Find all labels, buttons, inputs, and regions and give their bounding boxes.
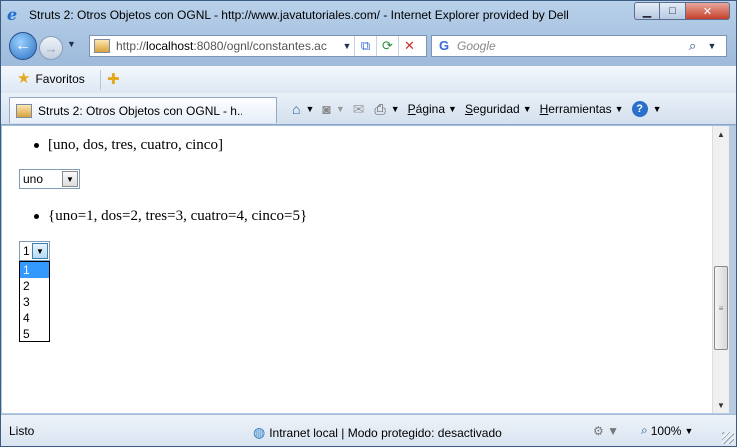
read-mail-button[interactable]: ✉ <box>350 99 370 119</box>
back-button[interactable]: ← <box>9 32 37 60</box>
ie-logo-icon: e <box>7 5 18 24</box>
home-button[interactable]: ⌂ ▼ <box>289 99 317 119</box>
forward-button[interactable]: → <box>39 36 63 60</box>
search-box[interactable]: G Google ⌕ ▼ <box>431 35 727 57</box>
mail-icon: ✉ <box>352 100 365 117</box>
vertical-scrollbar[interactable]: ▲ ≡ ▼ <box>712 126 729 413</box>
status-text: Listo <box>9 424 35 438</box>
page-favicon-icon <box>94 39 110 53</box>
title-bar: e Struts 2: Otros Objetos con OGNL - htt… <box>1 1 736 29</box>
window-controls: ▁ □ ✕ <box>634 2 730 20</box>
stop-icon[interactable]: ✕ <box>398 36 420 56</box>
select-option[interactable]: 4 <box>20 310 49 326</box>
zoom-control[interactable]: ⌕ 100% ▼ <box>641 423 693 438</box>
add-favorite-icon[interactable]: ✚ <box>107 70 120 88</box>
divider <box>100 70 101 90</box>
maximize-button[interactable]: □ <box>660 2 686 20</box>
zoom-magnifier-icon: ⌕ <box>641 423 648 437</box>
zoom-dropdown-icon[interactable]: ▼ <box>684 426 693 436</box>
star-icon: ★ <box>17 70 31 87</box>
address-input[interactable]: http://localhost:8080/ognl/constantes.ac <box>116 39 340 53</box>
scrollbar-thumb[interactable]: ≡ <box>714 266 728 350</box>
bullet <box>34 143 39 148</box>
home-icon: ⌂ <box>292 101 301 117</box>
favorites-label: Favoritos <box>35 72 85 86</box>
select-list-values[interactable]: uno ▼ <box>19 169 80 189</box>
list-text: [uno, dos, tres, cuatro, cinco] <box>48 137 223 153</box>
zone-text: Intranet local | Modo protegido: desacti… <box>269 425 502 440</box>
status-bar: Listo ◍ Intranet local | Modo protegido:… <box>1 414 736 446</box>
select-value: uno <box>23 172 44 186</box>
select-map-values[interactable]: 1 ▼ <box>19 241 50 261</box>
address-bar[interactable]: http://localhost:8080/ognl/constantes.ac… <box>89 35 427 57</box>
intranet-globe-icon: ◍ <box>253 424 266 440</box>
select-value: 1 <box>23 244 30 258</box>
search-options-dropdown-icon[interactable]: ▼ <box>705 41 719 51</box>
zoom-level: 100% <box>650 423 682 438</box>
favorites-button[interactable]: ★ Favoritos <box>17 70 85 87</box>
address-dropdown-icon[interactable]: ▼ <box>340 41 354 51</box>
bullet <box>34 214 39 219</box>
favorites-bar: ★ Favoritos ✚ <box>1 65 736 93</box>
minimize-button[interactable]: ▁ <box>634 2 660 20</box>
page-favicon-icon <box>16 103 32 118</box>
refresh-icon[interactable]: ⟳ <box>376 36 398 56</box>
select-dropdown-list: 1 2 3 4 5 <box>19 261 50 342</box>
page-content: [uno, dos, tres, cuatro, cinco] uno ▼ {u… <box>2 126 712 413</box>
scroll-up-icon[interactable]: ▲ <box>713 126 729 142</box>
tools-menu[interactable]: Herramientas ▼ <box>537 99 627 119</box>
security-zone[interactable]: ◍ Intranet local | Modo protegido: desac… <box>253 424 502 441</box>
tab-bar: Struts 2: Otros Objetos con OGNL - h... … <box>1 93 736 125</box>
list-text: {uno=1, dos=2, tres=3, cuatro=4, cinco=5… <box>48 208 308 224</box>
protected-mode-icon[interactable]: ⚙ ▼ <box>593 424 619 438</box>
select-option[interactable]: 1 <box>20 262 49 278</box>
safety-menu[interactable]: Seguridad ▼ <box>462 99 535 119</box>
google-logo-icon: G <box>438 38 450 53</box>
list-item: {uno=1, dos=2, tres=3, cuatro=4, cinco=5… <box>34 208 308 225</box>
search-icon[interactable]: ⌕ <box>689 38 705 54</box>
help-button[interactable]: ? ▼ <box>629 99 665 119</box>
chevron-down-icon[interactable]: ▼ <box>32 243 48 259</box>
select-option[interactable]: 3 <box>20 294 49 310</box>
window-title: Struts 2: Otros Objetos con OGNL - http:… <box>29 8 569 22</box>
command-bar: ⌂ ▼ ◙ ▼ ✉ ⎙ ▼ Página ▼ Seguridad ▼ Herramient… <box>289 99 664 119</box>
chevron-down-icon[interactable]: ▼ <box>62 171 78 187</box>
print-button[interactable]: ⎙ ▼ <box>372 99 403 119</box>
compatibility-view-icon[interactable]: ⧉ <box>354 36 376 56</box>
select-option[interactable]: 2 <box>20 278 49 294</box>
tab-current[interactable]: Struts 2: Otros Objetos con OGNL - h... <box>9 97 277 123</box>
select-option[interactable]: 5 <box>20 326 49 342</box>
printer-icon: ⎙ <box>374 100 386 117</box>
page-menu[interactable]: Página ▼ <box>405 99 460 119</box>
navigation-bar: ← → ▼ http://localhost:8080/ognl/constan… <box>1 31 736 61</box>
feeds-button[interactable]: ◙ ▼ <box>319 99 347 119</box>
rss-icon: ◙ <box>322 101 331 117</box>
browser-window: e Struts 2: Otros Objetos con OGNL - htt… <box>0 0 737 447</box>
help-icon: ? <box>631 101 648 117</box>
close-button[interactable]: ✕ <box>686 2 730 20</box>
window-edge <box>729 126 736 413</box>
forward-arrow-icon: → <box>44 40 58 56</box>
back-arrow-icon: ← <box>15 37 31 54</box>
resize-grip-icon[interactable] <box>722 432 734 444</box>
scroll-down-icon[interactable]: ▼ <box>713 397 729 413</box>
search-input[interactable]: Google <box>457 39 689 53</box>
list-item: [uno, dos, tres, cuatro, cinco] <box>34 137 223 154</box>
recent-pages-dropdown-icon[interactable]: ▼ <box>67 39 76 49</box>
tab-label: Struts 2: Otros Objetos con OGNL - h... <box>38 103 242 118</box>
